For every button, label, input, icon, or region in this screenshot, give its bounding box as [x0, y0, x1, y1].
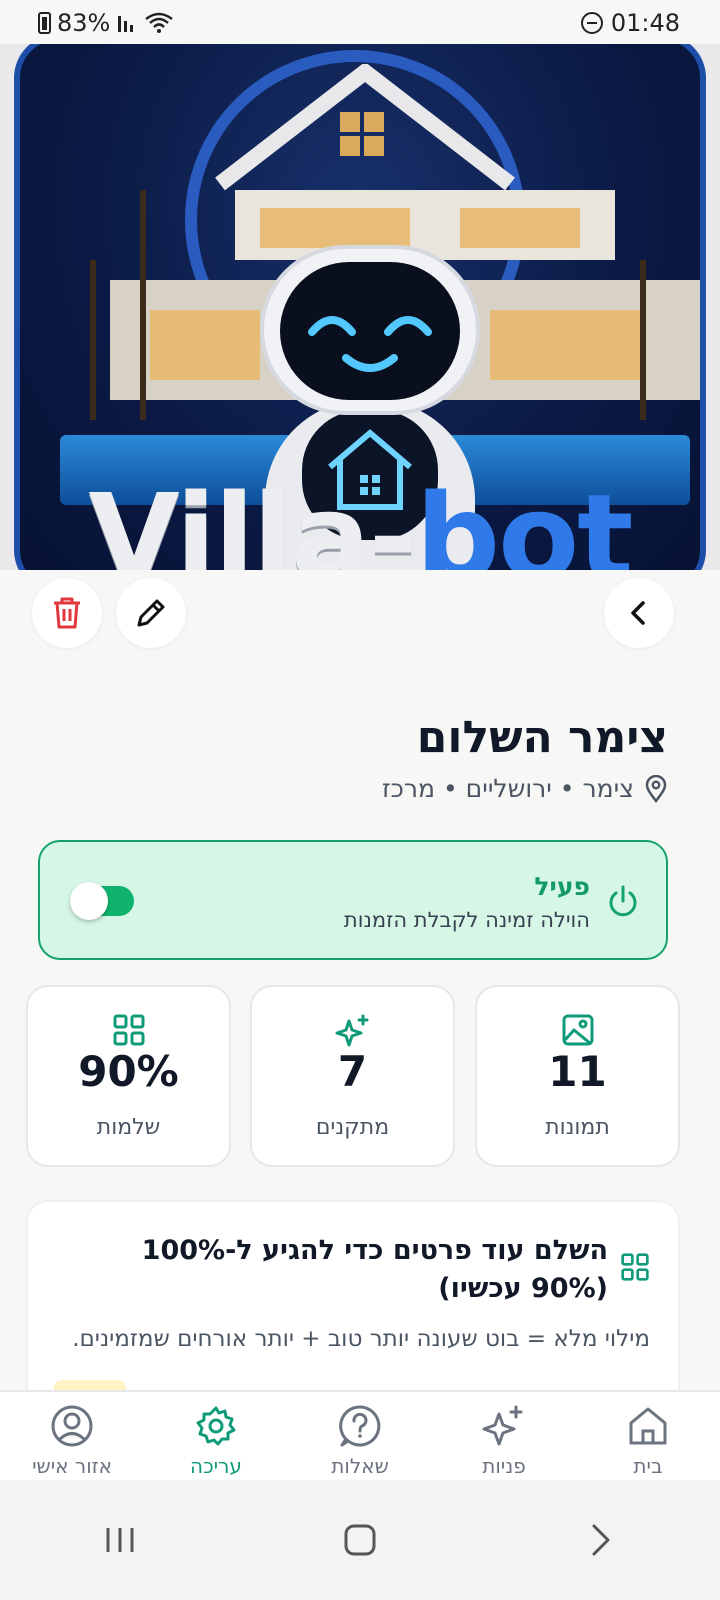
power-icon: [609, 885, 637, 917]
user-icon: [51, 1405, 93, 1447]
sparkle-icon: [335, 1014, 368, 1047]
palm-tree: [640, 260, 646, 420]
stat-card-photos: 11 תמונות: [475, 985, 680, 1167]
battery-percent: 83%: [57, 9, 111, 37]
robot-smile-graphic: [308, 316, 432, 372]
stat-label: תמונות: [545, 1115, 610, 1140]
stat-label: שלמות: [96, 1115, 161, 1140]
sparkle-icon: [482, 1405, 523, 1446]
status-left: 83%: [38, 9, 174, 37]
home-nav-icon[interactable]: [340, 1520, 380, 1560]
edit-button[interactable]: [116, 578, 186, 648]
palm-tree: [90, 260, 96, 420]
palm-tree: [140, 190, 146, 420]
nav-label: בית: [633, 1454, 663, 1478]
pencil-icon: [137, 599, 165, 627]
brand-villa: Villa-: [88, 468, 417, 570]
brand-bot: bot: [415, 468, 634, 570]
grid-icon: [621, 1253, 649, 1281]
signal-icon: [118, 16, 134, 32]
back-button[interactable]: [604, 578, 674, 648]
delete-button[interactable]: [32, 578, 102, 648]
recent-apps-icon[interactable]: [100, 1520, 140, 1560]
listing-title: צימר השלום: [416, 712, 668, 763]
do-not-disturb-icon: [580, 12, 603, 34]
status-right: 01:48: [580, 9, 680, 37]
wifi-icon: [145, 12, 174, 33]
nav-label: עריכה: [190, 1454, 242, 1478]
stat-card-completeness: 90% שלמות: [26, 985, 231, 1167]
availability-status: פעיל: [534, 872, 590, 901]
status-bar: 83% 01:48: [0, 0, 720, 46]
availability-card: פעיל הוילה זמינה לקבלת הזמנות: [38, 840, 668, 960]
availability-toggle[interactable]: [70, 882, 134, 920]
villa-window: [490, 310, 640, 380]
stat-value: 90%: [78, 1047, 179, 1096]
location-pin-icon: [645, 774, 667, 803]
clock: 01:48: [610, 9, 680, 37]
completion-title: השלם עוד פרטים כדי להגיע ל-100% (90% עכש…: [141, 1235, 608, 1304]
nav-label: אזור אישי: [32, 1454, 112, 1478]
battery-icon: [38, 12, 51, 34]
house-roof-graphic: [215, 64, 515, 191]
chevron-left-icon: [631, 601, 645, 625]
stat-label: מתקנים: [315, 1115, 390, 1140]
villa-window: [460, 208, 580, 248]
brand-wordmark: Villa-bot: [20, 468, 700, 570]
bottom-nav: אזור אישי עריכה שאלות פניות בית: [0, 1390, 720, 1480]
stat-value: 7: [337, 1047, 368, 1096]
question-icon: [339, 1405, 381, 1447]
villa-window: [260, 208, 410, 248]
image-icon: [562, 1014, 593, 1046]
gear-icon: [196, 1406, 236, 1446]
villa-window: [150, 310, 260, 380]
nav-item-inquiries[interactable]: פניות: [434, 1392, 574, 1480]
listing-location: צימר • ירושליים • מרכז: [382, 774, 668, 803]
location-text: צימר • ירושליים • מרכז: [382, 774, 634, 803]
availability-description: הוילה זמינה לקבלת הזמנות: [343, 908, 590, 932]
nav-item-home[interactable]: בית: [578, 1392, 718, 1480]
nav-item-edit[interactable]: עריכה: [146, 1392, 286, 1480]
back-nav-icon[interactable]: [580, 1520, 620, 1560]
hero-image: Villa-bot: [0, 44, 720, 570]
toggle-knob: [70, 882, 108, 920]
trash-icon: [54, 597, 80, 629]
stat-value: 11: [548, 1047, 607, 1096]
grid-icon: [113, 1014, 144, 1046]
villa-bot-logo: Villa-bot: [14, 44, 706, 570]
home-icon: [629, 1407, 667, 1445]
nav-item-questions[interactable]: שאלות: [290, 1392, 430, 1480]
nav-label: שאלות: [331, 1454, 389, 1478]
nav-label: פניות: [482, 1454, 526, 1478]
stat-card-amenities: 7 מתקנים: [250, 985, 455, 1167]
nav-item-personal[interactable]: אזור אישי: [2, 1392, 142, 1480]
system-nav-bar: [0, 1480, 720, 1600]
completion-description: מילוי מלא = בוט שעונה יותר טוב + יותר או…: [72, 1326, 650, 1352]
